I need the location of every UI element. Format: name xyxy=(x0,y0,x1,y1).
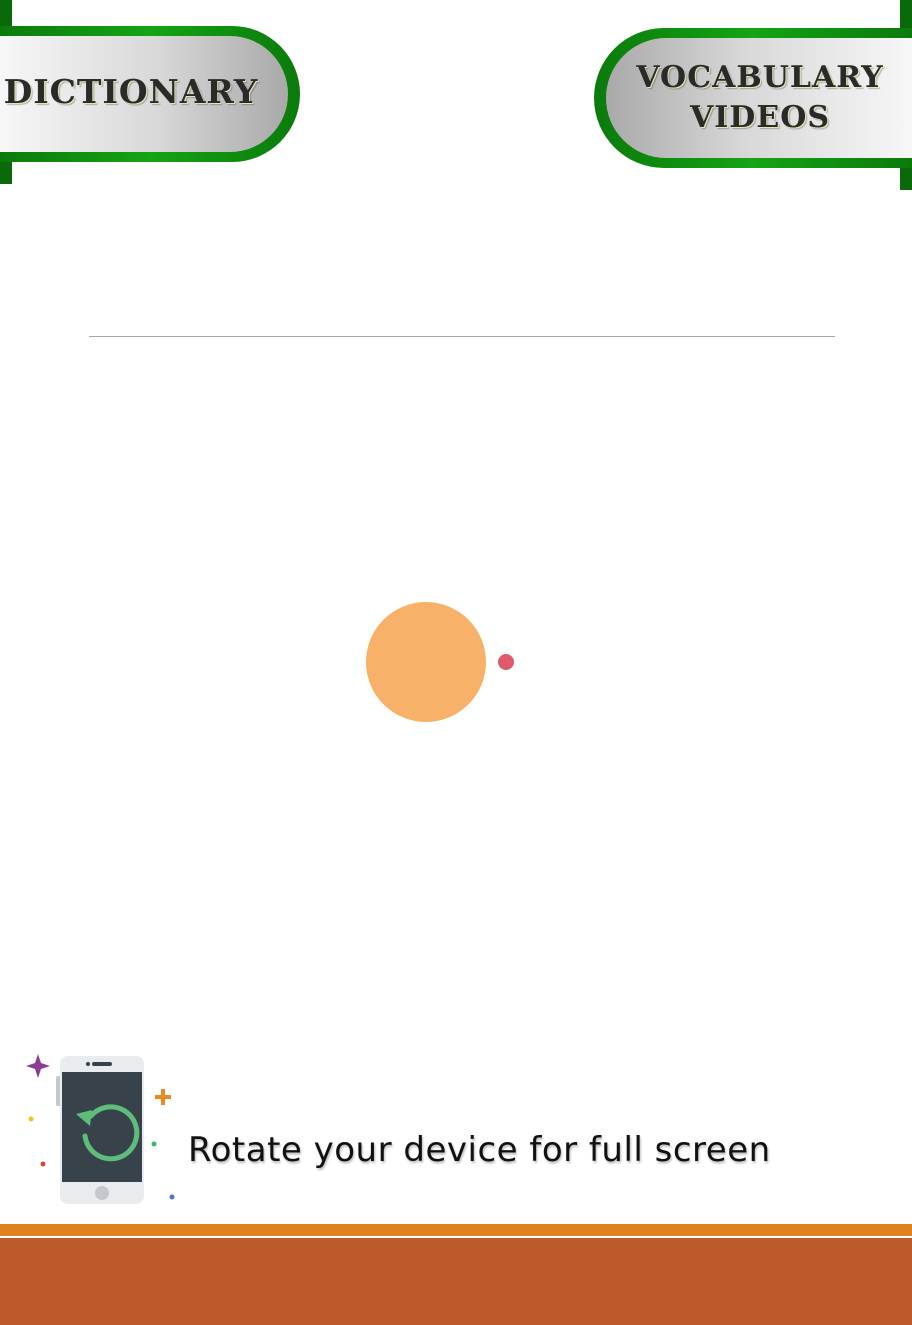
vocabulary-videos-banner-button[interactable]: VOCABULARY VIDEOS xyxy=(592,0,912,192)
vocabulary-videos-label: VOCABULARY VIDEOS xyxy=(618,58,902,138)
vocabulary-videos-label-line2: VIDEOS xyxy=(690,100,830,135)
loader-ball xyxy=(366,602,486,722)
dictionary-label: DICTIONARY xyxy=(3,72,259,111)
footer-stripe xyxy=(0,1224,912,1236)
loader-dot xyxy=(498,654,514,670)
rotate-hint-text: Rotate your device for full screen xyxy=(188,1130,771,1170)
content-divider xyxy=(89,336,835,337)
vocabulary-videos-label-line1: VOCABULARY xyxy=(636,60,884,95)
rotate-phone-icon xyxy=(22,1050,182,1210)
footer-bar xyxy=(0,1238,912,1325)
dictionary-banner-button[interactable]: DICTIONARY xyxy=(0,0,300,190)
